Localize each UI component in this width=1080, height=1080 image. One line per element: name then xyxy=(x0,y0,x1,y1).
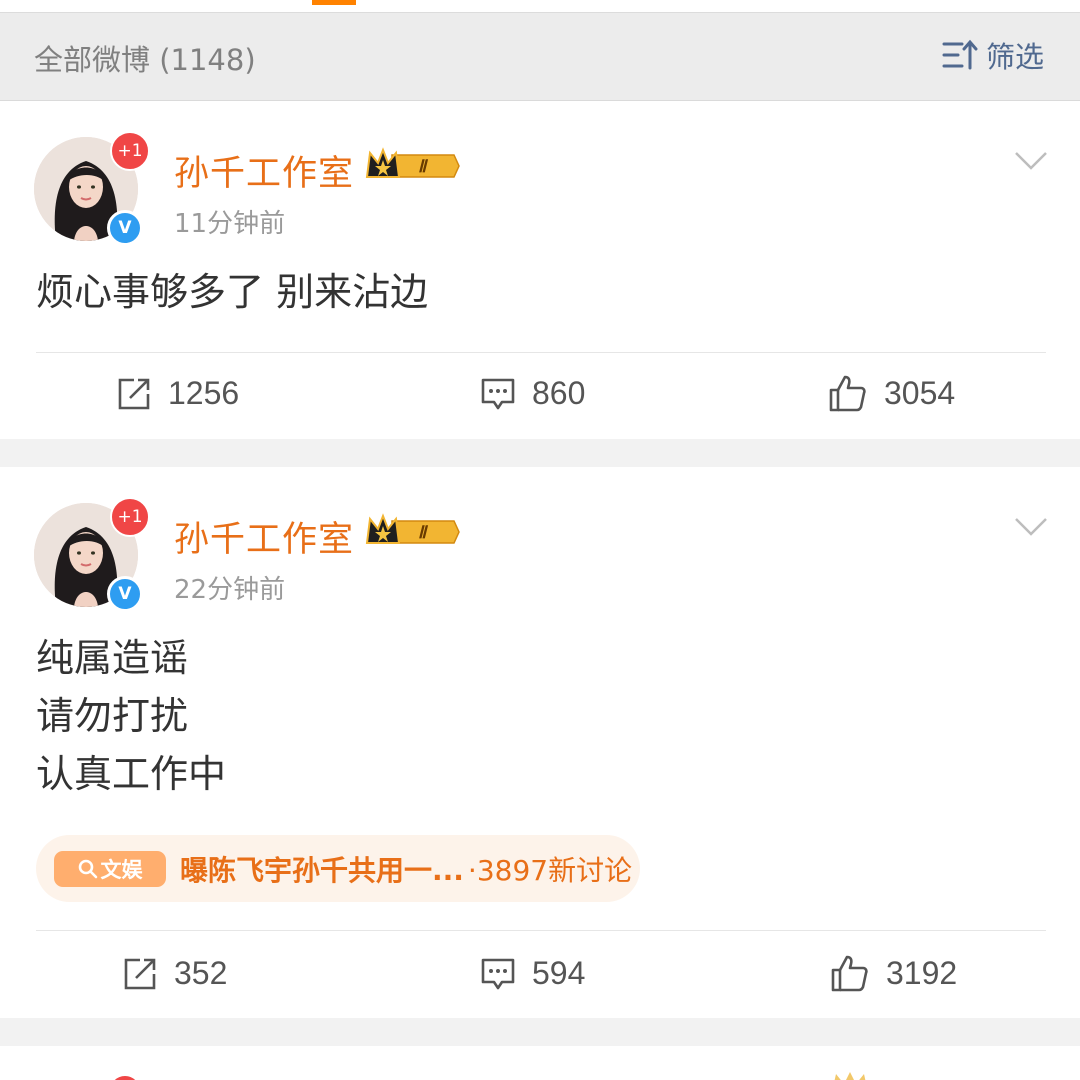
weibo-post-card[interactable]: +1 V 孙千工作室 Ⅱ 22分钟前 纯属造谣 请勿打扰 认真工作中 文娱 曝陈… xyxy=(0,467,1080,1018)
topic-category-tag: 文娱 xyxy=(54,850,166,887)
chevron-down-icon[interactable] xyxy=(1014,517,1048,537)
verified-icon: V xyxy=(107,576,143,612)
post-time: 11分钟前 xyxy=(174,209,286,239)
avatar-update-badge: +1 xyxy=(110,131,150,171)
post-line: 请勿打扰 xyxy=(36,694,189,738)
active-tab-indicator xyxy=(312,0,356,5)
comment-count: 860 xyxy=(532,375,586,411)
divider xyxy=(36,930,1046,931)
verified-icon: V xyxy=(107,210,143,246)
divider xyxy=(36,352,1046,353)
comment-icon xyxy=(481,958,515,989)
all-weibo-count: 全部微博 (1148) xyxy=(34,43,256,77)
post-line: 认真工作中 xyxy=(36,752,227,796)
repost-count: 352 xyxy=(174,955,228,991)
hot-topic-link[interactable]: 文娱 曝陈飞宇孙千共用一... ·3897新讨论 xyxy=(36,835,640,902)
avatar-update-badge xyxy=(110,1076,140,1080)
filter-label: 筛选 xyxy=(985,40,1044,74)
like-button[interactable]: 3054 xyxy=(828,373,955,413)
thumbs-up-icon xyxy=(831,955,868,992)
post-time: 22分钟前 xyxy=(174,575,286,605)
filter-bar: 全部微博 (1148) 筛选 xyxy=(0,13,1080,101)
weibo-post-card[interactable]: +1 V 孙千工作室 Ⅱ 11分钟前 烦心事够多了 别来沾边 1256 860 xyxy=(0,101,1080,439)
vip-crown-icon xyxy=(834,1072,866,1080)
vip-crown-icon: Ⅱ xyxy=(365,147,460,178)
search-icon xyxy=(78,859,97,878)
repost-button[interactable]: 1256 xyxy=(116,375,239,412)
filter-button[interactable]: 筛选 xyxy=(942,35,1044,75)
topic-category-label: 文娱 xyxy=(100,857,143,882)
repost-count: 1256 xyxy=(168,375,240,411)
vip-crown-icon: Ⅱ xyxy=(365,513,460,544)
post-content: 烦心事够多了 别来沾边 xyxy=(36,263,428,321)
post-content: 纯属造谣 请勿打扰 认真工作中 xyxy=(36,629,226,803)
repost-icon xyxy=(118,378,150,409)
like-count: 3192 xyxy=(886,954,958,991)
repost-icon xyxy=(124,958,156,989)
comment-count: 594 xyxy=(532,955,586,991)
avatar[interactable]: +1 V xyxy=(34,497,150,612)
topic-title: 曝陈飞宇孙千共用一... xyxy=(180,853,464,887)
avatar-update-badge: +1 xyxy=(110,497,150,537)
top-tab-strip xyxy=(0,0,1080,13)
post-line: 纯属造谣 xyxy=(36,636,189,680)
like-button[interactable]: 3192 xyxy=(830,953,957,993)
topic-discussion-count: ·3897新讨论 xyxy=(467,853,633,887)
comment-icon xyxy=(481,378,515,409)
weibo-post-card[interactable] xyxy=(0,1046,1080,1080)
comment-button[interactable]: 594 xyxy=(480,955,585,992)
repost-button[interactable]: 352 xyxy=(122,955,227,992)
thumbs-up-icon xyxy=(829,375,866,412)
like-count: 3054 xyxy=(884,374,956,411)
comment-button[interactable]: 860 xyxy=(480,375,585,412)
post-line: 烦心事够多了 别来沾边 xyxy=(36,270,429,314)
filter-sort-icon xyxy=(942,39,978,70)
chevron-down-icon[interactable] xyxy=(1014,151,1048,171)
post-username[interactable]: 孙千工作室 xyxy=(174,511,354,562)
avatar[interactable]: +1 V xyxy=(34,131,150,246)
post-username[interactable]: 孙千工作室 xyxy=(174,145,354,196)
